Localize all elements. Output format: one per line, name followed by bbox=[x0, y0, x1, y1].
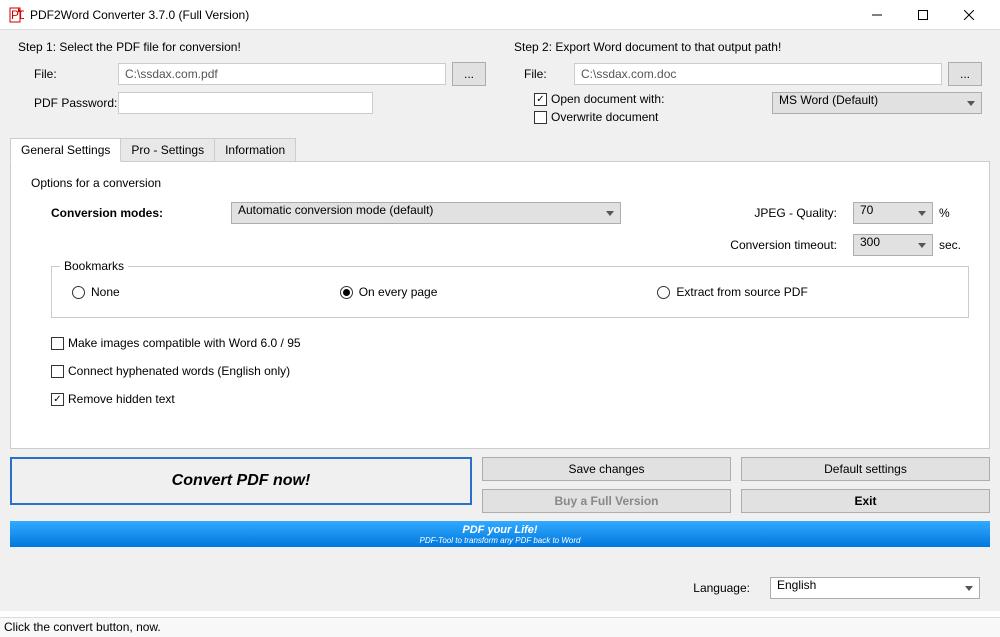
banner-subtitle: PDF-Tool to transform any PDF back to Wo… bbox=[420, 536, 581, 545]
browse-output-button[interactable]: ... bbox=[948, 62, 982, 86]
maximize-button[interactable] bbox=[900, 0, 946, 30]
tab-body: Options for a conversion Conversion mode… bbox=[10, 161, 990, 449]
language-label: Language: bbox=[693, 581, 750, 595]
convert-button[interactable]: Convert PDF now! bbox=[10, 457, 472, 505]
tab-information[interactable]: Information bbox=[214, 138, 296, 162]
radio-extract[interactable]: Extract from source PDF bbox=[657, 285, 807, 299]
language-select[interactable]: English bbox=[770, 577, 980, 599]
buy-full-button[interactable]: Buy a Full Version bbox=[482, 489, 731, 513]
browse-input-button[interactable]: ... bbox=[452, 62, 486, 86]
tab-pro[interactable]: Pro - Settings bbox=[120, 138, 215, 162]
exit-button[interactable]: Exit bbox=[741, 489, 990, 513]
output-file-path[interactable] bbox=[574, 63, 942, 85]
status-bar: Click the convert button, now. bbox=[0, 617, 1000, 637]
banner: PDF your Life! PDF-Tool to transform any… bbox=[10, 521, 990, 547]
hyphen-checkbox[interactable]: Connect hyphenated words (English only) bbox=[51, 364, 969, 378]
minimize-button[interactable] bbox=[854, 0, 900, 30]
output-file-label: File: bbox=[514, 67, 574, 81]
window-title: PDF2Word Converter 3.7.0 (Full Version) bbox=[30, 8, 249, 22]
jpeg-unit: % bbox=[939, 206, 969, 220]
bookmarks-label: Bookmarks bbox=[60, 259, 128, 273]
radio-every-page[interactable]: On every page bbox=[340, 285, 438, 299]
step1-title: Step 1: Select the PDF file for conversi… bbox=[18, 40, 486, 54]
close-button[interactable] bbox=[946, 0, 992, 30]
input-file-path[interactable] bbox=[118, 63, 446, 85]
radio-none[interactable]: None bbox=[72, 285, 120, 299]
jpeg-quality-label: JPEG - Quality: bbox=[754, 206, 837, 220]
banner-title: PDF your Life! bbox=[462, 524, 537, 536]
pdf-password-input[interactable] bbox=[118, 92, 373, 114]
tab-general[interactable]: General Settings bbox=[10, 138, 121, 162]
pdf-password-label: PDF Password: bbox=[18, 96, 118, 110]
step2-panel: Step 2: Export Word document to that out… bbox=[506, 34, 990, 134]
open-with-label: Open document with: bbox=[551, 92, 664, 106]
conversion-mode-select[interactable]: Automatic conversion mode (default) bbox=[231, 202, 621, 224]
compat-checkbox[interactable]: Make images compatible with Word 6.0 / 9… bbox=[51, 336, 969, 350]
open-with-checkbox[interactable]: ✓Open document with: bbox=[534, 92, 664, 106]
svg-text:PDF: PDF bbox=[11, 8, 24, 22]
app-icon: PDF bbox=[8, 7, 24, 23]
bookmarks-group: Bookmarks None On every page Extract fro… bbox=[51, 266, 969, 318]
conversion-mode-label: Conversion modes: bbox=[31, 206, 231, 220]
step2-title: Step 2: Export Word document to that out… bbox=[514, 40, 982, 54]
options-title: Options for a conversion bbox=[31, 176, 969, 190]
file-label: File: bbox=[18, 67, 118, 81]
overwrite-checkbox[interactable]: Overwrite document bbox=[534, 110, 664, 124]
timeout-select[interactable]: 300 bbox=[853, 234, 933, 256]
timeout-label: Conversion timeout: bbox=[730, 238, 837, 252]
open-with-select[interactable]: MS Word (Default) bbox=[772, 92, 982, 114]
default-settings-button[interactable]: Default settings bbox=[741, 457, 990, 481]
title-bar: PDF PDF2Word Converter 3.7.0 (Full Versi… bbox=[0, 0, 1000, 30]
jpeg-quality-select[interactable]: 70 bbox=[853, 202, 933, 224]
overwrite-label: Overwrite document bbox=[551, 110, 658, 124]
save-changes-button[interactable]: Save changes bbox=[482, 457, 731, 481]
step1-panel: Step 1: Select the PDF file for conversi… bbox=[10, 34, 494, 134]
timeout-unit: sec. bbox=[939, 238, 969, 252]
hidden-text-checkbox[interactable]: ✓Remove hidden text bbox=[51, 392, 969, 406]
